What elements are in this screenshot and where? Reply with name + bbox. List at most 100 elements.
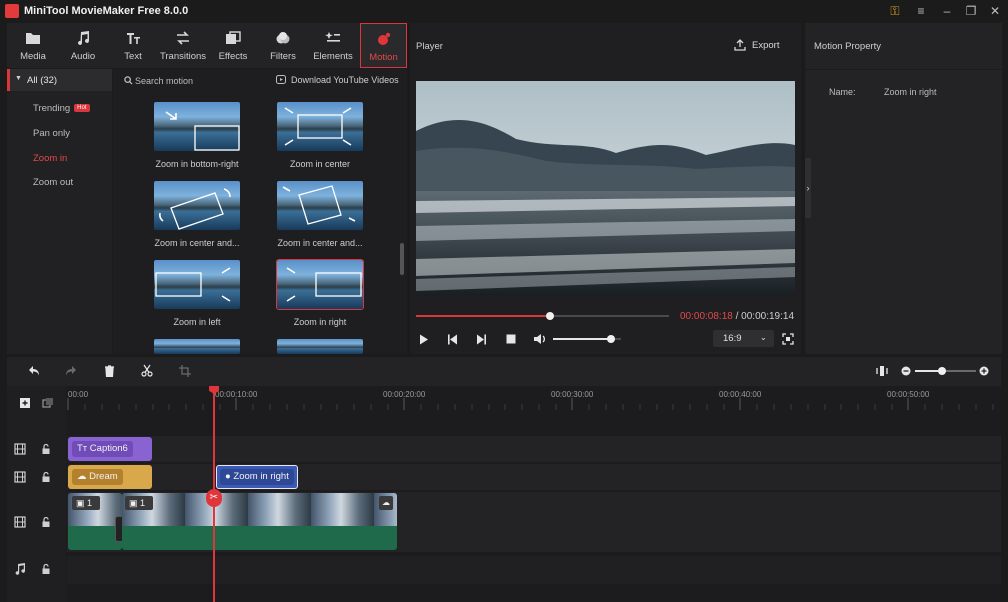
motion-clip-zoom-in-right[interactable]: ● Zoom in right [216,465,298,489]
search-icon [124,76,133,85]
time-readout: 00:00:08:18 / 00:00:19:14 [680,311,794,322]
undo-icon[interactable] [28,365,40,377]
play-icon[interactable] [419,334,429,345]
tab-elements[interactable]: Elements [308,23,358,68]
lock-icon[interactable] [40,563,52,575]
motion-thumb-zoom-in-center-rotate-2[interactable] [277,181,363,230]
youtube-download-icon [276,75,286,84]
property-title: Motion Property [814,41,882,52]
audio-track [67,556,1001,584]
menu-icon[interactable]: ≡ [908,0,934,22]
category-zoom-in[interactable]: Zoom in [33,153,67,164]
fullscreen-icon[interactable] [782,333,794,345]
ruler-label-50: 00:00:50:00 [887,390,930,399]
stop-icon[interactable] [506,334,516,344]
filter-icon: ☁ [77,471,90,482]
ruler-label-40: 00:00:40:00 [719,390,762,399]
ruler-label-20: 00:00:20:00 [383,390,426,399]
motion-thumb-zoom-in-center[interactable] [277,102,363,151]
category-zoom-out[interactable]: Zoom out [33,177,73,188]
text-icon: Tт [77,443,90,454]
motion-thumb-zoom-in-right[interactable] [276,259,364,310]
elements-icon [325,32,340,42]
music-track-icon [15,563,25,575]
tab-filters[interactable]: Filters [258,23,308,68]
download-youtube-link[interactable]: Download YouTube Videos [291,75,399,85]
title-bar: MiniTool MovieMaker Free 8.0.0 ⚿ ≡ – ❐ ✕ [0,0,1008,22]
filters-icon [276,32,290,44]
minimize-button[interactable]: – [934,0,960,22]
clip-index-badge: ▣ 1 [125,496,153,510]
motion-track [67,464,1001,490]
export-button[interactable]: Export [734,38,780,54]
volume-fill [553,338,611,340]
ruler-label-10: 00:00:10:00 [215,390,258,399]
delete-icon[interactable] [104,365,115,377]
video-clip-2[interactable]: ▣ 1 ☁ [122,493,397,550]
add-track-icon[interactable] [19,397,31,409]
video-preview [416,81,795,295]
motion-thumb-zoom-in-center-rotate-1[interactable] [154,181,240,230]
effect-clip-dream[interactable]: ☁ Dream [68,465,152,489]
lock-icon[interactable] [40,516,52,528]
category-trending[interactable]: Trending Hot [33,103,90,114]
tab-effects[interactable]: Effects [208,23,258,68]
film-track-icon [14,516,26,528]
app-title: MiniTool MovieMaker Free 8.0.0 [24,5,189,17]
chevron-down-icon: ⌄ [760,333,767,342]
motion-thumb-zoom-in-bottom-right[interactable] [154,102,240,151]
search-input[interactable]: Search motion [135,76,193,86]
crop-icon[interactable] [179,365,191,377]
tab-text[interactable]: Text [108,23,158,68]
fit-timeline-icon[interactable] [876,365,888,377]
category-pan-only[interactable]: Pan only [33,128,70,139]
ruler-label-30: 00:00:30:00 [551,390,594,399]
caret-down-icon: ▼ [15,75,22,82]
text-icon [127,33,140,44]
redo-icon[interactable] [65,365,77,377]
progress-fill [416,315,550,317]
library-scrollbar[interactable] [400,243,404,275]
main-toolbar: Media Audio Text Transitions Effects Fil… [7,23,407,68]
volume-handle[interactable] [607,335,615,343]
motion-thumb-partial-1[interactable] [154,339,240,354]
caption-clip[interactable]: Tт Caption6 [68,437,152,461]
lock-icon[interactable] [40,443,52,455]
split-scissors-icon[interactable] [141,364,153,377]
track-manager-icon[interactable] [42,397,54,409]
maximize-button[interactable]: ❐ [958,0,984,22]
transitions-icon [177,31,189,45]
video-clip-1[interactable]: ▣ 1 [68,493,122,550]
progress-handle[interactable] [546,312,554,320]
effects-icon [226,31,241,44]
next-frame-icon[interactable] [476,334,487,345]
volume-icon[interactable] [533,333,547,345]
motion-thumb-partial-2[interactable] [277,339,363,354]
category-all[interactable]: ▼ All (32) [7,69,112,91]
zoom-out-icon[interactable] [901,366,911,376]
aspect-ratio-select[interactable]: 16:9 ⌄ [713,330,774,347]
tab-media[interactable]: Media [8,23,58,68]
zoom-in-icon[interactable] [979,366,989,376]
time-ruler[interactable] [67,386,1001,410]
film-track-icon [14,443,26,455]
split-at-playhead-scissors-icon[interactable]: ✂ [206,489,222,507]
motion-thumb-zoom-in-left[interactable] [154,260,240,309]
export-icon [734,39,746,51]
motion-property-panel: Motion Property Name: Zoom in right › [805,23,1002,354]
key-icon[interactable]: ⚿ [882,0,908,22]
caption-track [67,436,1001,462]
collapse-panel-toggle[interactable]: › [805,158,811,218]
close-button[interactable]: ✕ [982,0,1008,22]
music-note-icon [78,31,89,45]
video-thumbnails [122,493,397,526]
tab-transitions[interactable]: Transitions [158,23,208,68]
tab-motion[interactable]: Motion [360,23,407,68]
tab-audio[interactable]: Audio [58,23,108,68]
timeline-zoom-handle[interactable] [938,367,946,375]
previous-frame-icon[interactable] [447,334,458,345]
timeline-toolbar [7,357,1001,386]
motion-library: Search motion Download YouTube Videos Zo… [113,69,407,354]
lock-icon[interactable] [40,471,52,483]
motion-icon [378,32,391,45]
